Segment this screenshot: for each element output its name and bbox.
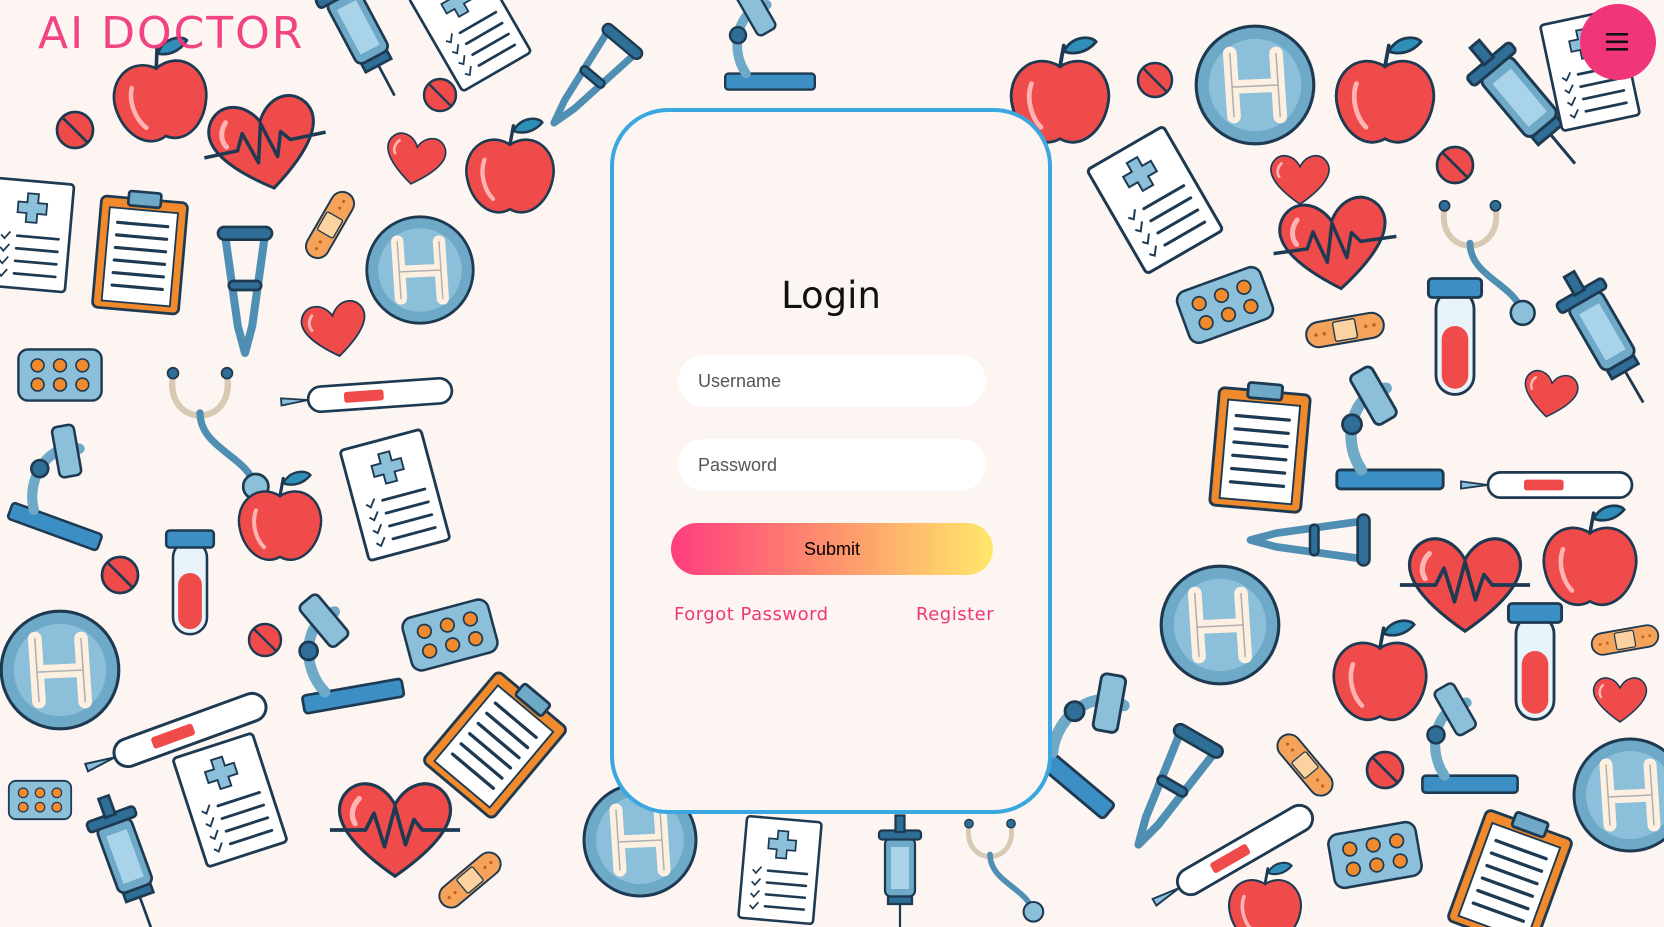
menu-button[interactable] [1580,4,1656,80]
blister-doodle [17,348,103,402]
microscope-doodle [298,593,406,715]
pill-doodle [1136,61,1174,99]
crutch-doodle [1134,722,1224,849]
report-doodle [0,176,76,294]
pill-doodle [247,622,283,658]
stetho-doodle [166,366,270,501]
hsign-doodle [0,609,121,731]
microscope-doodle [723,0,817,91]
apple-doodle [1227,861,1303,927]
bandage-doodle [1305,311,1385,349]
tube-doodle [164,529,216,636]
hsign-doodle [1572,737,1664,853]
login-title: Login [781,274,881,317]
pill-doodle [422,77,458,113]
bandage-doodle [1276,733,1334,797]
stetho-doodle [964,818,1045,923]
report-doodle [1086,126,1224,274]
heart-doodle [387,132,447,185]
apple-doodle [1542,504,1638,607]
microscope-doodle [1421,682,1519,794]
report-doodle [737,814,823,926]
pill-doodle [100,555,140,595]
pill-doodle [1435,145,1475,185]
beatheart-doodle [203,94,327,190]
blister-doodle [7,779,73,821]
heart-doodle [1270,154,1330,206]
password-input[interactable] [678,439,986,491]
forgot-password-link[interactable]: Forgot Password [674,604,829,625]
microscope-doodle [6,423,103,552]
blister-doodle [401,598,499,672]
blister-doodle [1175,265,1275,345]
heart-doodle [1592,677,1648,723]
beatheart-doodle [1273,195,1397,291]
syringe-doodle [314,0,396,97]
tube-doodle [1506,602,1564,721]
register-link[interactable]: Register [916,604,994,625]
pill-doodle [1365,750,1405,790]
clipboard-doodle [91,189,189,316]
microscope-doodle [1335,365,1445,491]
syringe-doodle [877,814,923,927]
syringe-doodle [85,793,156,927]
submit-button[interactable]: Submit [671,523,993,575]
brand-logo[interactable]: AI DOCTOR [38,6,304,62]
username-input[interactable] [678,355,986,407]
bandage-doodle [1590,624,1660,656]
hsign-doodle [365,215,475,325]
apple-doodle [1332,619,1428,722]
bandage-doodle [304,190,356,260]
apple-doodle [465,117,555,214]
thermo-doodle [280,376,454,414]
crutch-doodle [1246,513,1371,567]
beatheart-doodle [329,782,461,879]
clipboard-doodle [1447,809,1573,927]
crutch-doodle [216,225,274,358]
thermo-doodle [1460,471,1634,499]
tube-doodle [1426,277,1484,396]
hsign-doodle [1159,564,1281,686]
report-doodle [408,0,532,92]
heart-doodle [300,300,366,358]
hsign-doodle [1194,24,1316,146]
heart-doodle [1524,370,1579,418]
pill-doodle [55,110,95,150]
apple-doodle [1334,36,1436,144]
report-doodle [339,428,451,562]
bandage-doodle [438,851,502,909]
report-doodle [172,732,288,868]
crutch-doodle [550,22,644,127]
hamburger-icon [1606,33,1628,51]
clipboard-doodle [1208,381,1312,514]
blister-doodle [1327,820,1423,890]
